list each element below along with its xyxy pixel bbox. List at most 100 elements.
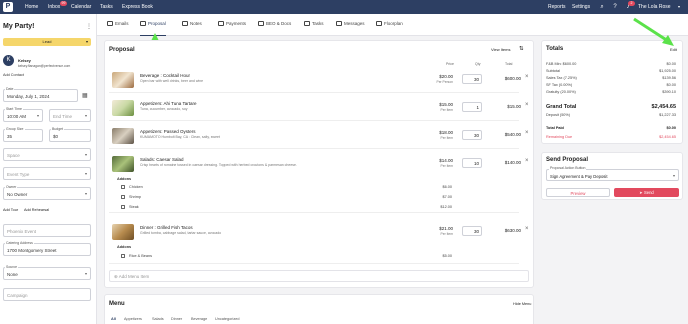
addon-row[interactable]: Rice & Beans $5.00 [117,253,452,262]
item-name[interactable]: Dinner : Grilled Fish Tacos [140,225,193,230]
menu-tab-dinner[interactable]: Dinner [171,317,182,321]
addons-heading: Addons [117,177,132,181]
annotation-arrow-edit [633,17,674,46]
menu-tab-appetizers[interactable]: Appetizers [124,317,142,321]
add-menu-item-button[interactable]: ⊕ Add Menu Item [109,270,529,282]
group-size-label: Group Size [5,127,25,131]
client-email[interactable]: kelsey.flanagan@perfectvenue.com [18,64,70,68]
event-type-select[interactable]: Event Type ▾ [3,167,91,180]
preview-button[interactable]: Preview [546,188,610,197]
sort-icon[interactable]: ⇅ [519,46,524,52]
tab-beo-docs[interactable]: BEO & Docs [258,21,291,36]
owner-label: Owner [5,185,18,189]
item-name[interactable]: Appetizers: Passed Oysters [140,129,196,134]
nav-reports[interactable]: Reports [548,4,566,10]
nav-settings[interactable]: Settings [572,4,590,10]
tab-payments[interactable]: Payments [218,21,246,36]
budget-label: Budget [51,127,65,131]
item-image [112,156,134,172]
totals-row: SF Tax (0.00%) $0.00 [546,83,676,87]
item-desc: Open bar with well drinks, beer and wine [140,79,204,83]
menu-tab-all[interactable]: All [111,317,116,321]
note-icon [182,21,188,26]
item-total: $600.00 [504,76,521,81]
nav-inbox[interactable]: Inbox [48,4,60,10]
add-tour-link[interactable]: Add Tour [3,208,18,212]
menu-tab-salads[interactable]: Salads [152,317,164,321]
item-unit: Per Person [436,80,454,84]
menu-tab-beverage[interactable]: Beverage [191,317,207,321]
nav-home[interactable]: Home [25,4,38,10]
menu-tab-uncategorized[interactable]: Uncategorized [215,317,239,321]
checkbox[interactable] [121,254,125,258]
item-desc: Tuna, cucumber, avocado, soy [140,107,188,111]
avatar: K [3,55,14,66]
help-icon[interactable]: ? [611,3,619,11]
app-logo[interactable]: P [3,2,13,12]
chevron-down-icon[interactable]: ▾ [678,4,680,9]
item-price: $14.00 [439,158,453,163]
send-button[interactable]: ➤ Send [614,188,679,197]
more-options-icon[interactable]: ⋮ [86,23,92,30]
space-select[interactable]: Space ▾ [3,148,91,161]
item-desc: Grilled tomba, cabbage salad, tartar sau… [140,231,222,235]
item-unit: Per Item [440,232,453,236]
item-unit: Per Item [440,108,453,112]
item-total: $140.00 [504,160,521,165]
item-price: $15.00 [439,102,453,107]
add-rehearsal-link[interactable]: Add Rehearsal [24,208,49,212]
catering-address-label: Catering Address [5,241,34,245]
add-contact-link[interactable]: Add Contact [3,73,24,77]
nav-calendar[interactable]: Calendar [71,4,91,10]
addon-row[interactable]: Chicken $6.00 [117,184,452,193]
item-name[interactable]: Beverage : Cocktail Hour [140,73,190,78]
date-label: Date [5,87,15,91]
tab-tasks[interactable]: Tasks [304,21,324,36]
search-icon[interactable]: ⌕ [598,3,606,11]
addon-row[interactable]: Steak $12.00 [117,204,452,213]
event-title: My Party! [3,23,35,30]
remove-item-icon[interactable]: × [525,74,529,80]
client-name[interactable]: Kelsey [18,58,31,63]
qty-input[interactable]: 30 [462,130,482,140]
tab-messages[interactable]: Messages [336,21,365,36]
item-image [112,100,134,116]
checkbox[interactable] [121,185,125,189]
end-time-field[interactable]: End Time ▾ [49,109,91,122]
item-price: $21.00 [439,226,453,231]
tab-emails[interactable]: Emails [107,21,129,36]
tab-floorplan[interactable]: Floorplan [376,21,403,36]
inbox-badge: 99 [60,1,67,6]
qty-input[interactable]: 30 [462,74,482,84]
user-menu[interactable]: The Lola Rose [638,4,671,10]
document-icon [140,21,146,26]
status-dropdown[interactable]: Lead ▾ [3,38,91,46]
tab-notes[interactable]: Notes [182,21,202,36]
checkbox[interactable] [121,195,125,199]
remove-item-icon[interactable]: × [525,130,529,136]
totals-row: F&B Min: $600.00 $0.00 [546,62,676,66]
deposit-row: Deposit (50%) $1,227.33 [546,113,676,117]
qty-input[interactable]: 10 [462,158,482,168]
nav-express-book[interactable]: Express Book [122,4,153,10]
checkbox[interactable] [121,205,125,209]
qty-input[interactable]: 30 [462,226,482,236]
notification-badge: 2 [628,1,635,6]
remove-item-icon[interactable]: × [525,102,529,108]
calendar-icon[interactable]: ▦ [82,92,88,99]
phoenix-event-field[interactable]: Phoenix Event [3,224,91,237]
totals-row: Gratuity (20.00%) $390.10 [546,90,676,94]
top-nav: P Home Inbox 99 Calendar Tasks Express B… [0,0,688,14]
qty-input[interactable]: 1 [462,102,482,112]
item-name[interactable]: Salads: Caesar Salad [140,157,184,162]
remove-item-icon[interactable]: × [525,226,529,232]
nav-tasks[interactable]: Tasks [100,4,113,10]
remove-item-icon[interactable]: × [525,158,529,164]
hide-menu-button[interactable]: Hide Menu [513,302,531,306]
addon-row[interactable]: Shrimp $7.00 [117,194,452,203]
view-items-button[interactable]: View Items [491,47,511,52]
chat-icon [336,21,342,26]
campaign-field[interactable]: Campaign [3,288,91,301]
item-name[interactable]: Appetizers: Ahi Tuna Tartare [140,101,196,106]
proposal-action-select[interactable]: Sign Agreement & Pay Deposit ▾ [546,169,679,181]
